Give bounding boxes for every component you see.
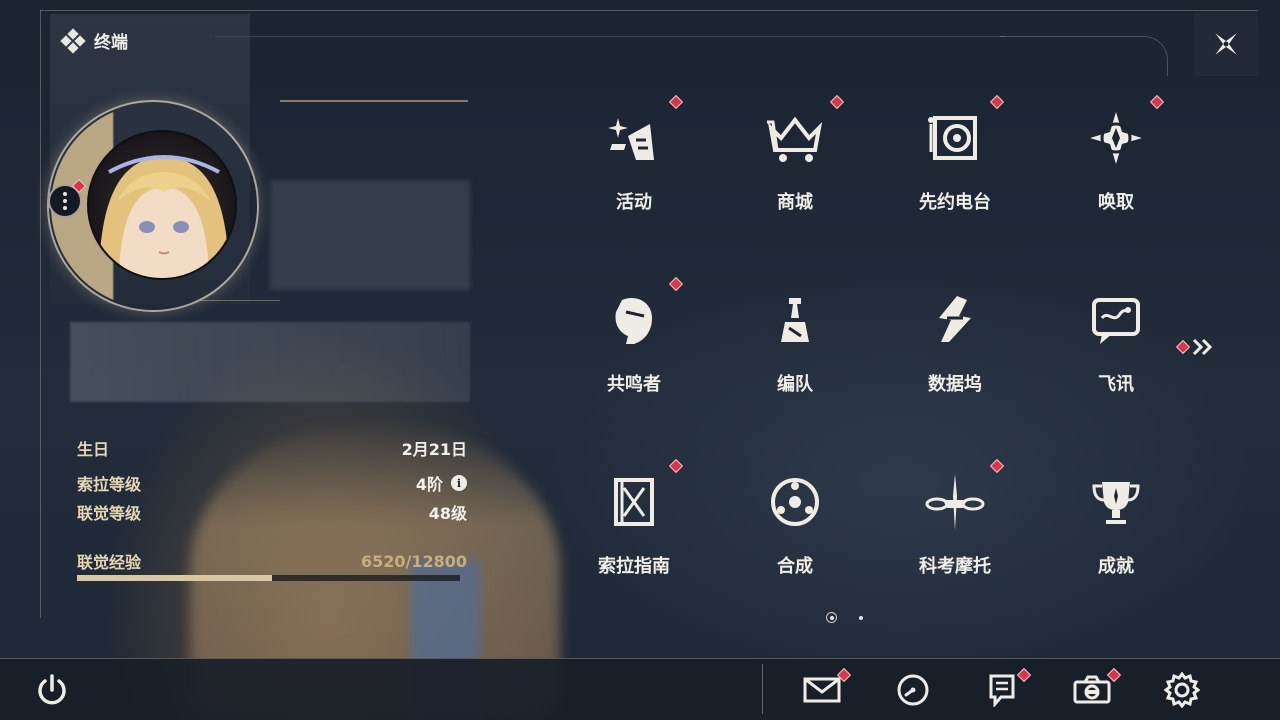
birthday-value: 2月21日 xyxy=(401,440,467,459)
page-dot-1[interactable] xyxy=(826,612,837,623)
stat-birthday: 生日 2月21日 xyxy=(77,436,467,460)
blurred-info xyxy=(270,180,470,290)
next-page-button[interactable] xyxy=(1175,338,1214,356)
exp-value: 6520/12800 xyxy=(360,551,467,571)
frame-line-top xyxy=(40,10,1258,11)
frame-curve xyxy=(1000,36,1168,76)
tile-label: 活动 xyxy=(616,192,652,213)
player-name-blurred xyxy=(70,322,470,402)
double-chevron-right-icon xyxy=(1192,338,1213,356)
tile-label: 科考摩托 xyxy=(919,556,991,577)
page-dot-2[interactable] xyxy=(859,615,863,620)
tile-label: 合成 xyxy=(777,556,813,577)
tile-label: 商城 xyxy=(777,192,813,213)
divider xyxy=(280,100,468,102)
clock-icon xyxy=(897,674,929,706)
stat-union-level: 联觉等级 48级 xyxy=(77,500,467,524)
tile-label: 成就 xyxy=(1098,556,1134,577)
compass-star-icon xyxy=(1084,106,1148,170)
tile-motorbike[interactable]: 科考摩托 xyxy=(903,460,1007,600)
stat-sola-level: 索拉等级 4阶 i xyxy=(77,471,467,495)
pagination xyxy=(826,612,863,623)
tile-event[interactable]: 活动 xyxy=(582,96,686,236)
mail-icon xyxy=(803,677,841,703)
power-button[interactable] xyxy=(30,668,74,712)
tile-convene[interactable]: 唤取 xyxy=(1064,96,1168,236)
motorbike-icon xyxy=(923,470,987,534)
tile-team[interactable]: 编队 xyxy=(743,278,847,418)
settings-button[interactable] xyxy=(1160,668,1204,712)
tile-resonators[interactable]: 共鸣者 xyxy=(582,278,686,418)
resonator-profile-icon xyxy=(602,288,666,352)
stat-union-exp: 联觉经验 6520/12800 xyxy=(77,549,467,573)
title-text: 终端 xyxy=(94,33,128,53)
shop-crown-icon xyxy=(763,106,827,170)
union-level-value: 48级 xyxy=(428,504,467,523)
info-icon[interactable]: i xyxy=(451,475,467,491)
data-dock-icon xyxy=(923,288,987,352)
tile-sola-guide[interactable]: 索拉指南 xyxy=(582,460,686,600)
tile-label: 索拉指南 xyxy=(598,556,670,577)
exp-progress-fill xyxy=(77,575,272,581)
notice-icon xyxy=(989,674,1015,707)
tile-data-dock[interactable]: 数据坞 xyxy=(903,278,1007,418)
sola-level-value-group: 4阶 i xyxy=(416,471,467,495)
sola-level-label: 索拉等级 xyxy=(77,475,142,494)
tile-radio[interactable]: 先约电台 xyxy=(903,96,1007,236)
tile-label: 编队 xyxy=(777,374,813,395)
close-button[interactable] xyxy=(1194,12,1258,76)
power-icon xyxy=(38,674,66,705)
radio-icon xyxy=(923,106,987,170)
trophy-icon xyxy=(1084,470,1148,534)
tile-label: 唤取 xyxy=(1098,192,1134,213)
tile-achievements[interactable]: 成就 xyxy=(1064,460,1168,600)
tile-label: 飞讯 xyxy=(1098,374,1134,395)
tile-messages[interactable]: 飞讯 xyxy=(1064,278,1168,418)
bottom-divider xyxy=(762,664,763,714)
camera-icon xyxy=(1073,675,1111,704)
exp-label: 联觉经验 xyxy=(77,553,142,572)
diamond-cluster-icon xyxy=(60,27,86,54)
birthday-label: 生日 xyxy=(77,440,110,459)
tile-shop[interactable]: 商城 xyxy=(743,96,847,236)
exp-progress-bar xyxy=(77,575,460,581)
settings-gear-icon xyxy=(1164,672,1200,708)
frame-line-inner xyxy=(215,36,1005,37)
chess-team-icon xyxy=(763,288,827,352)
tile-label: 共鸣者 xyxy=(607,374,661,395)
page-title: 终端 xyxy=(60,27,128,54)
close-star-icon xyxy=(1215,33,1237,55)
avatar-portrait xyxy=(87,130,237,280)
union-level-label: 联觉等级 xyxy=(77,504,142,523)
message-chat-icon xyxy=(1084,288,1148,352)
tile-label: 数据坞 xyxy=(928,374,982,395)
clock-button[interactable] xyxy=(891,668,935,712)
guide-book-icon xyxy=(602,470,666,534)
sola-level-value: 4阶 xyxy=(415,475,443,494)
tile-synthesis[interactable]: 合成 xyxy=(743,460,847,600)
notification-badge xyxy=(1175,339,1191,355)
event-sparkle-icon xyxy=(602,106,666,170)
synthesis-icon xyxy=(763,470,827,534)
frame-line-left xyxy=(40,10,41,618)
tile-label: 先约电台 xyxy=(919,192,991,213)
